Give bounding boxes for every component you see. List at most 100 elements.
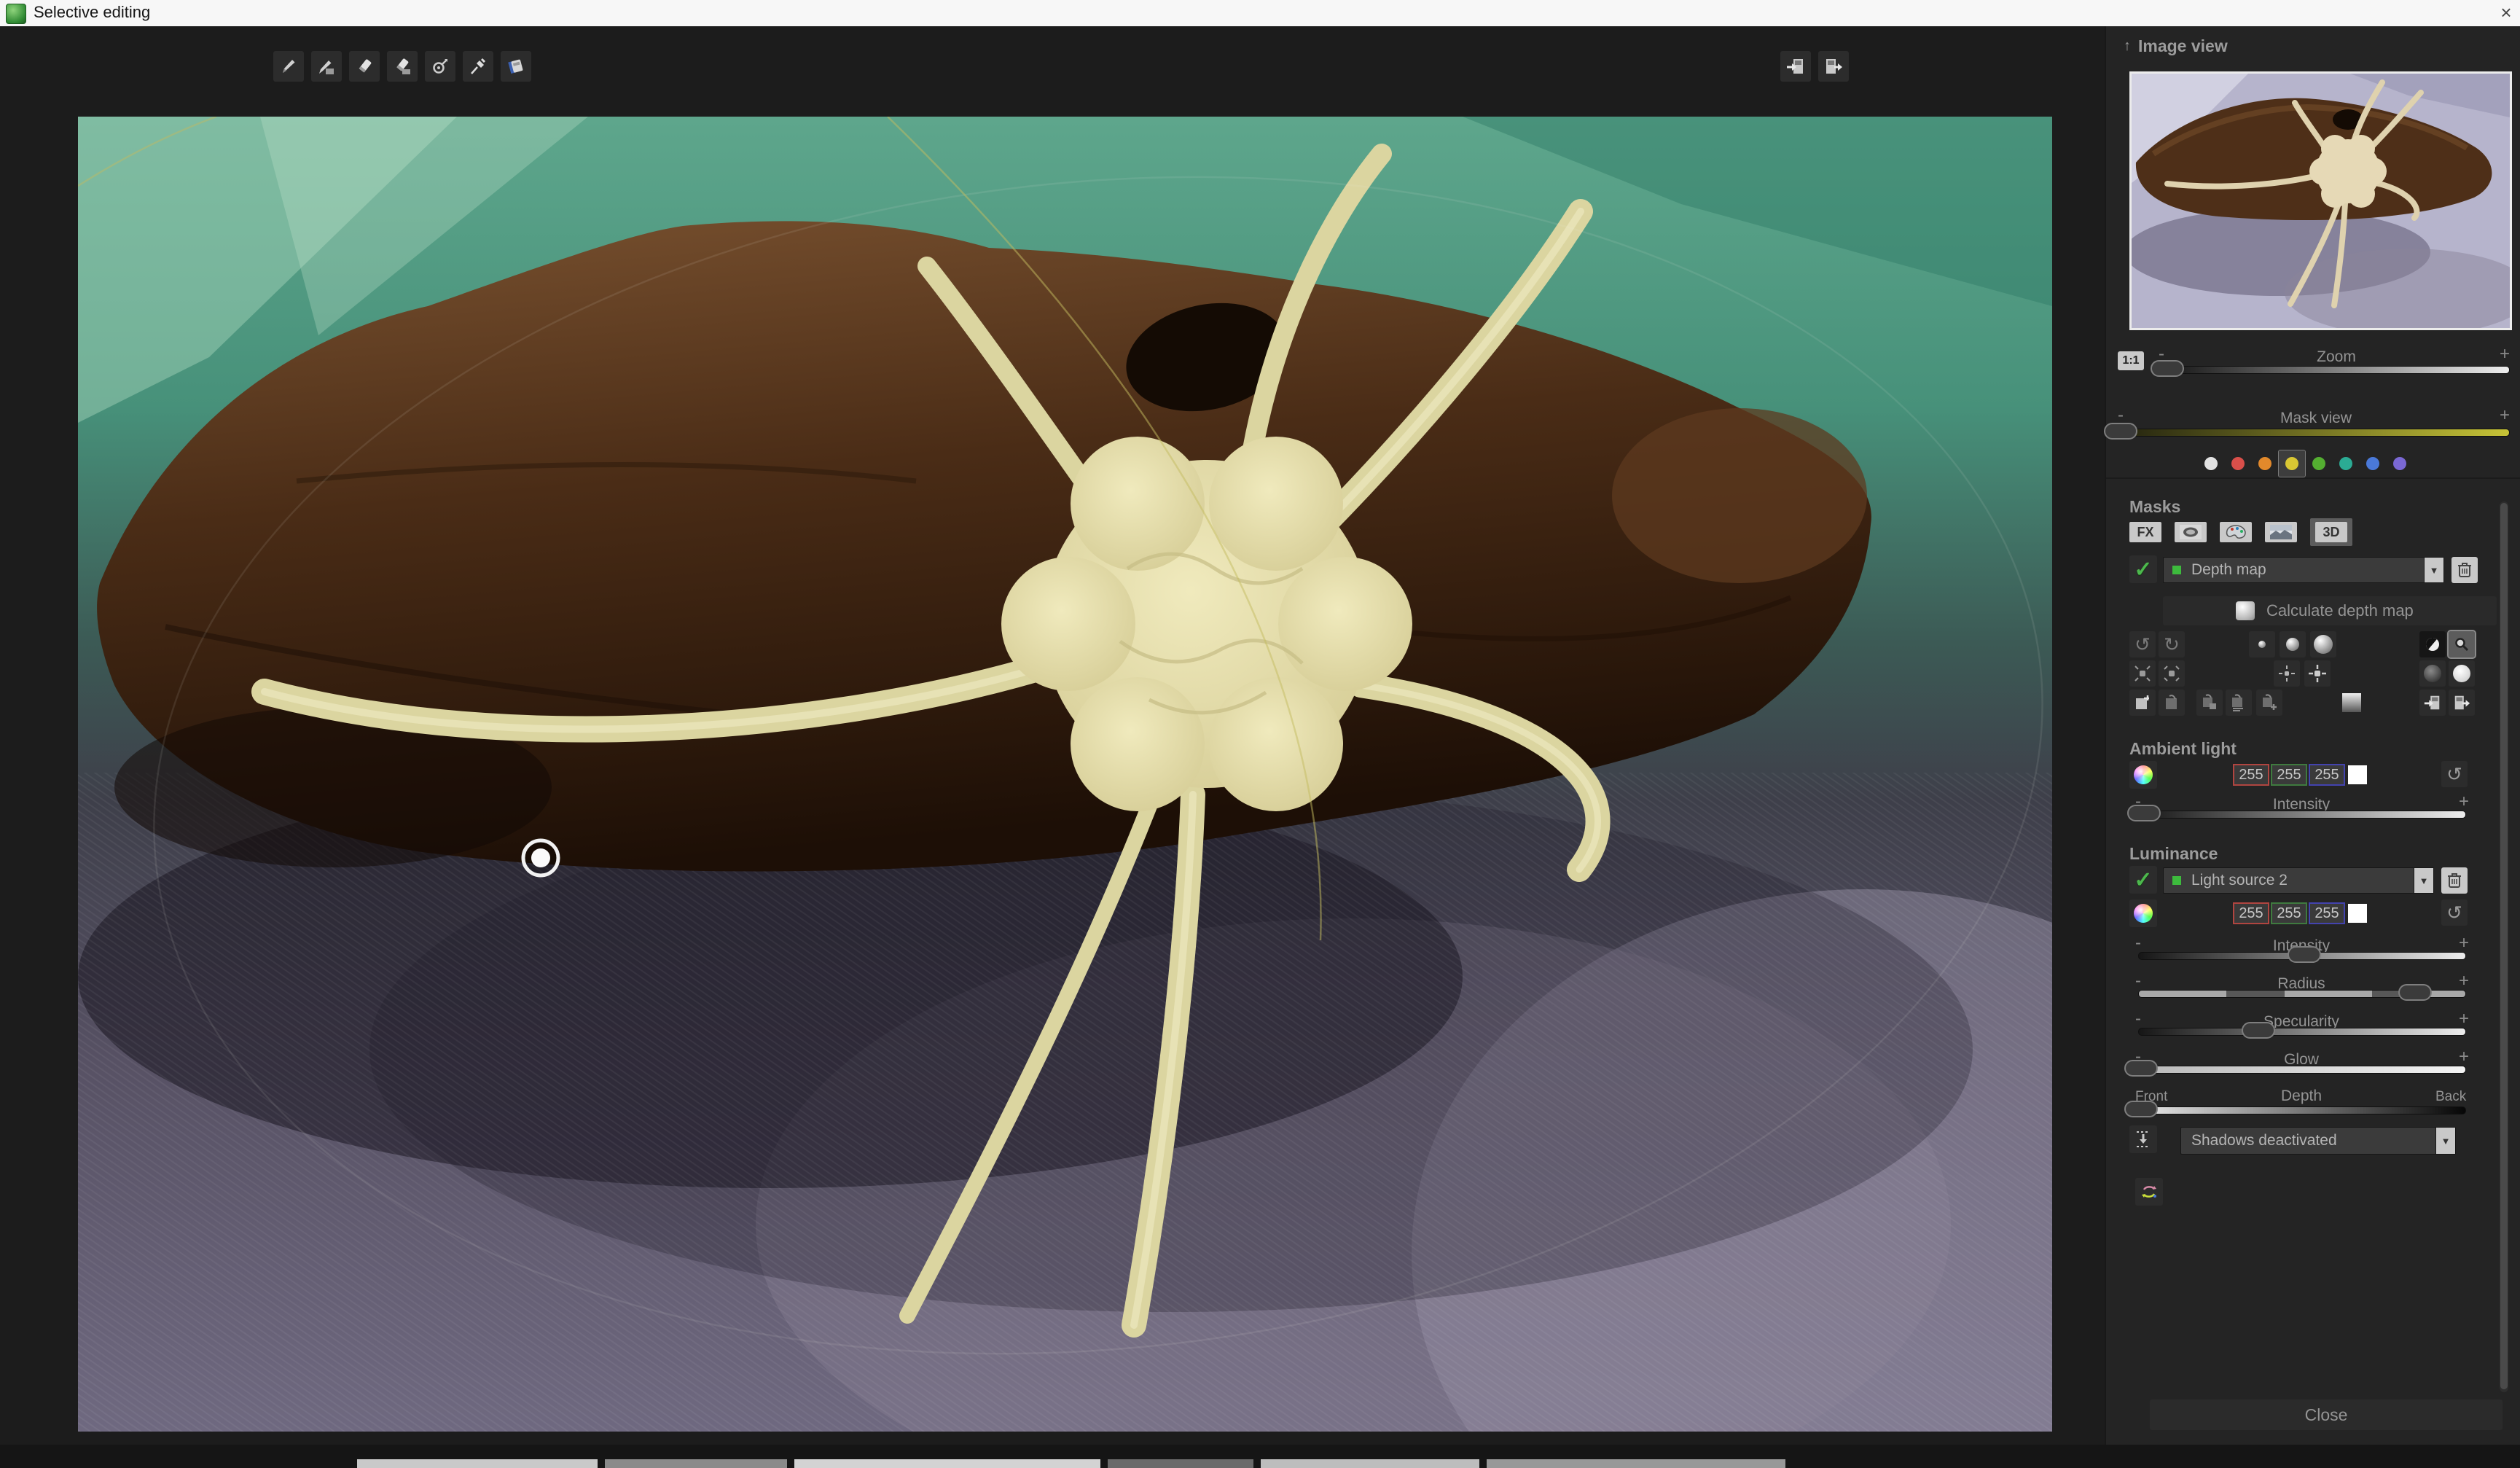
ambient-intensity-thumb[interactable] xyxy=(2127,805,2161,821)
radius-plus[interactable]: + xyxy=(2459,974,2469,988)
light-source-dropdown[interactable]: Light source 2 ▼ xyxy=(2163,867,2434,894)
paint-brush-tool-button[interactable] xyxy=(273,51,304,82)
chevron-down-icon[interactable]: ▼ xyxy=(2414,868,2433,893)
panel-scrollbar-thumb[interactable] xyxy=(2500,503,2508,1389)
calculate-depth-map-button[interactable]: Calculate depth map xyxy=(2163,596,2497,625)
gradient-mask-button[interactable] xyxy=(2342,693,2361,712)
radius-thumb[interactable] xyxy=(2398,984,2432,1001)
mask-color-green[interactable] xyxy=(2306,450,2332,477)
depth-map-dropdown[interactable]: Depth map ▼ xyxy=(2163,557,2444,583)
chevron-down-icon[interactable]: ▼ xyxy=(2436,1128,2455,1154)
panel-scrollbar[interactable] xyxy=(2500,501,2508,1392)
tab-palette[interactable] xyxy=(2220,522,2252,542)
specularity-slider[interactable] xyxy=(2138,1028,2466,1036)
close-window-icon[interactable]: × xyxy=(2495,1,2517,24)
load-mask-button[interactable] xyxy=(2419,690,2446,716)
copy-mask-button[interactable] xyxy=(2159,690,2185,716)
eraser-tool-button[interactable] xyxy=(349,51,380,82)
redo-button[interactable]: ↻ xyxy=(2159,631,2185,657)
move-mask-small-button[interactable] xyxy=(2274,660,2300,687)
mask-view-slider[interactable] xyxy=(2118,429,2510,437)
ambient-red-field[interactable]: 255 xyxy=(2233,764,2269,786)
chevron-down-icon[interactable]: ▼ xyxy=(2425,558,2443,582)
brush-size-large-button[interactable] xyxy=(2310,631,2336,657)
specularity-plus[interactable]: + xyxy=(2459,1012,2469,1026)
export-mask-button[interactable] xyxy=(1818,51,1849,82)
depth-map-enabled-button[interactable]: ✓ xyxy=(2129,555,2157,583)
tab-fx[interactable]: FX xyxy=(2129,522,2161,542)
glow-thumb[interactable] xyxy=(2124,1060,2158,1077)
zoom-1to1-button[interactable]: 1:1 xyxy=(2118,351,2144,370)
mask-color-teal[interactable] xyxy=(2333,450,2359,477)
ambient-color-wheel-button[interactable] xyxy=(2129,761,2157,789)
specularity-thumb[interactable] xyxy=(2242,1022,2275,1039)
invert-mask-button[interactable] xyxy=(2419,631,2446,657)
eyedropper-tool-button[interactable] xyxy=(463,51,493,82)
depth-slider[interactable] xyxy=(2138,1106,2466,1114)
save-mask-button[interactable] xyxy=(2449,690,2475,716)
ambient-intensity-plus[interactable]: + xyxy=(2459,794,2469,809)
zoom-slider[interactable] xyxy=(2164,366,2510,374)
image-view-header[interactable]: ↑ Image view xyxy=(2124,36,2228,56)
paste-mask-button[interactable] xyxy=(2196,690,2223,716)
add-mask-button[interactable] xyxy=(2256,690,2282,716)
luminance-color-wheel-button[interactable] xyxy=(2129,899,2157,927)
shadows-dropdown[interactable]: Shadows deactivated ▼ xyxy=(2180,1127,2456,1155)
ambient-intensity-slider[interactable] xyxy=(2138,811,2466,819)
tab-3d[interactable]: 3D xyxy=(2315,522,2347,542)
delete-light-source-button[interactable] xyxy=(2441,867,2468,894)
ambient-color-swatch[interactable] xyxy=(2348,765,2367,784)
move-mask-large-button[interactable] xyxy=(2304,660,2331,687)
hard-edge-button[interactable] xyxy=(2449,660,2475,687)
tab-vignette[interactable] xyxy=(2175,522,2207,542)
eraser-region-tool-button[interactable] xyxy=(387,51,418,82)
close-button[interactable]: Close xyxy=(2150,1399,2503,1430)
zoom-slider-thumb[interactable] xyxy=(2151,360,2184,377)
luminance-blue-field[interactable]: 255 xyxy=(2309,902,2345,924)
rotate-3d-button[interactable] xyxy=(2135,1178,2163,1206)
retouch-target-tool-button[interactable] xyxy=(425,51,455,82)
tab-landscape[interactable] xyxy=(2265,522,2297,542)
ambient-blue-field[interactable]: 255 xyxy=(2309,764,2345,786)
intensity-plus[interactable]: + xyxy=(2459,936,2469,950)
mask-color-purple[interactable] xyxy=(2387,450,2413,477)
grow-mask-button[interactable] xyxy=(2159,660,2185,687)
depth-thumb[interactable] xyxy=(2124,1101,2158,1117)
mask-view-plus[interactable]: + xyxy=(2500,408,2510,423)
mask-list-button[interactable] xyxy=(2226,690,2252,716)
delete-mask-button[interactable] xyxy=(2451,557,2478,583)
light-source-handle[interactable] xyxy=(520,838,561,878)
intensity-thumb[interactable] xyxy=(2288,946,2321,963)
canvas[interactable] xyxy=(78,117,2052,1432)
light-source-enabled-button[interactable]: ✓ xyxy=(2129,866,2157,894)
luminance-reset-button[interactable]: ↺ xyxy=(2441,899,2468,926)
mask-color-orange[interactable] xyxy=(2252,450,2278,477)
mask-view-slider-thumb[interactable] xyxy=(2104,423,2137,440)
mask-color-red[interactable] xyxy=(2225,450,2251,477)
shadow-toggle-button[interactable] xyxy=(2129,1125,2157,1153)
luminance-color-swatch[interactable] xyxy=(2348,904,2367,923)
luminance-green-field[interactable]: 255 xyxy=(2271,902,2307,924)
smoothing-tool-button[interactable] xyxy=(2449,631,2475,657)
soft-edge-button[interactable] xyxy=(2419,660,2446,687)
mask-color-blue[interactable] xyxy=(2360,450,2386,477)
brush-size-small-button[interactable] xyxy=(2249,631,2275,657)
radius-slider[interactable] xyxy=(2138,990,2466,998)
shrink-mask-button[interactable] xyxy=(2129,660,2156,687)
ambient-reset-button[interactable]: ↺ xyxy=(2441,761,2468,787)
glow-plus[interactable]: + xyxy=(2459,1050,2469,1064)
image-view-thumbnail[interactable] xyxy=(2129,71,2512,330)
luminance-red-field[interactable]: 255 xyxy=(2233,902,2269,924)
paint-brush-region-tool-button[interactable] xyxy=(311,51,342,82)
import-mask-button[interactable] xyxy=(1780,51,1811,82)
new-mask-button[interactable] xyxy=(2129,690,2156,716)
zoom-minus[interactable]: - xyxy=(2159,347,2164,362)
undo-button[interactable]: ↺ xyxy=(2129,631,2156,657)
mask-color-white[interactable] xyxy=(2198,450,2224,477)
intensity-slider[interactable] xyxy=(2138,952,2466,960)
mask-color-yellow[interactable] xyxy=(2279,450,2305,477)
zoom-plus[interactable]: + xyxy=(2500,347,2510,362)
fill-area-tool-button[interactable] xyxy=(501,51,531,82)
glow-slider[interactable] xyxy=(2138,1066,2466,1074)
ambient-green-field[interactable]: 255 xyxy=(2271,764,2307,786)
